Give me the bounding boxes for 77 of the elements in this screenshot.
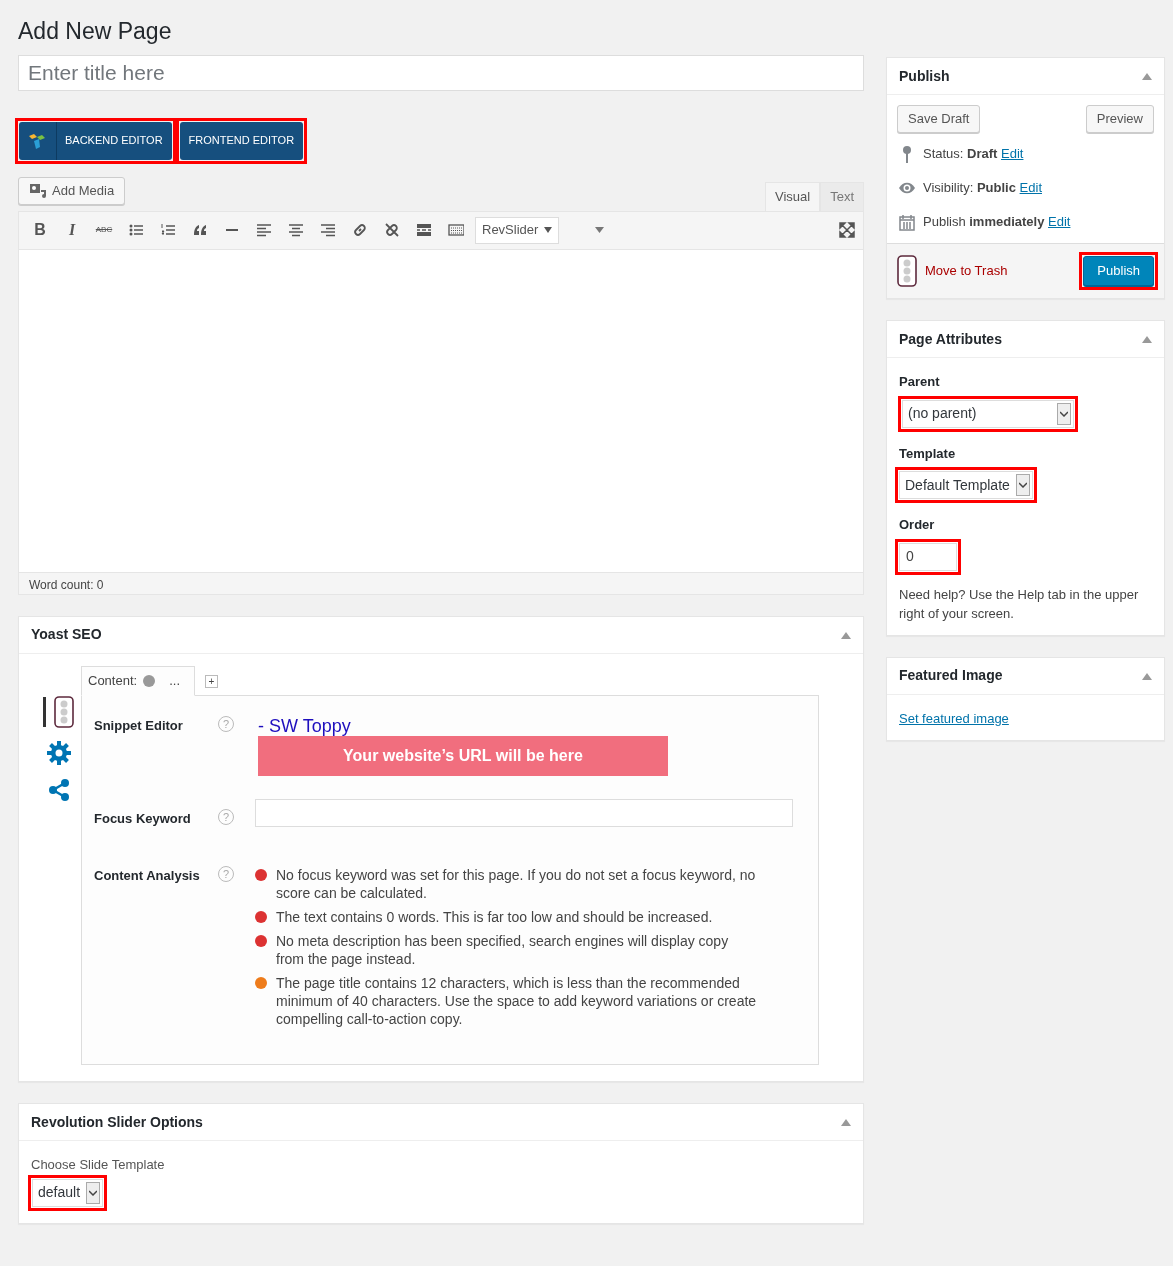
editor-mode-button[interactable]: BACKEND EDITOR [19,121,172,160]
field-label: Snippet Editor [94,716,184,735]
edit-link[interactable]: Edit [1019,180,1042,196]
collapse-arrow-icon[interactable] [1142,72,1152,80]
title-field[interactable]: Enter title here [18,54,864,91]
align-left-icon[interactable] [256,222,272,239]
template-select[interactable]: Default Template [899,471,1033,499]
traffic-light-icon [897,255,917,287]
format-button[interactable]: I [59,217,85,244]
editor-tab[interactable]: Text [820,181,864,211]
box-title: Featured Image [899,666,1003,685]
word-count: Word count: 0 [19,571,863,594]
caret-icon [1018,482,1027,488]
collapse-arrow-icon[interactable] [841,1118,851,1127]
parent-select[interactable]: (no parent) [902,399,1074,428]
analysis-message: The text contains 0 words. This is far too low and should be increased. [276,908,714,927]
field-label: Template [899,444,957,463]
editor-mode-button[interactable]: FRONTEND EDITOR [179,121,304,160]
calendar-icon [899,213,915,231]
collapse-arrow-icon[interactable] [1142,335,1152,343]
field-label: Parent [899,373,941,391]
add-tab-button[interactable]: + [205,674,218,688]
analysis-message: No meta description has been specified, search engines will display copy from the page instead. [276,932,730,969]
editor-tab[interactable]: Visual [764,181,821,211]
analysis-tab[interactable]: Content: ... [81,665,195,696]
keyboard-icon[interactable] [448,222,464,239]
box-title: Revolution Slider Options [31,1112,203,1132]
eye-icon [898,180,916,196]
share-icon[interactable] [46,777,71,802]
format-button[interactable]: B [27,217,53,244]
box-title: Yoast SEO [31,625,102,645]
publish-meta-text: Status: Draft Edit [923,145,1024,164]
link-icon[interactable] [352,222,368,239]
read-more-icon[interactable] [416,222,432,239]
field-label: Choose Slide Template [30,1156,166,1175]
save-draft-button[interactable]: Save Draft [897,105,981,133]
set-featured-image-link[interactable]: Set featured image [899,710,1009,726]
help-text: Need help? Use the Help tab in the upper right of your screen. [899,585,1140,623]
focus-keyword-field[interactable] [255,798,793,827]
traffic-light-icon[interactable] [54,695,74,728]
media-icon [29,182,47,199]
format-button[interactable]: ABC [91,217,117,244]
box-title: Publish [899,66,950,86]
fullscreen-icon[interactable] [839,222,855,239]
settings-icon[interactable] [45,739,72,766]
field-label: Content Analysis [94,867,201,886]
unlink-icon[interactable] [384,222,400,239]
pin-icon [900,145,914,163]
edit-link[interactable]: Edit [1001,146,1024,162]
caret-icon [1060,410,1068,417]
revslider-dropdown[interactable]: RevSlider [475,216,560,244]
box-title: Page Attributes [899,329,1002,349]
analysis-message: No focus keyword was set for this page. If you do not set a focus keyword, no score can be calculated. [276,866,757,903]
publish-button[interactable]: Publish [1083,256,1154,286]
trash-link[interactable]: Move to Trash [925,261,1008,281]
caret-icon [544,227,553,234]
publish-meta-text: Publish immediately Edit [923,213,1071,232]
page-heading: Add New Page [18,18,173,46]
collapse-arrow-icon[interactable] [1142,671,1152,680]
align-center-icon[interactable] [288,222,304,239]
add-media-button[interactable]: Add Media [18,176,126,205]
slide-template-select[interactable]: default [32,1178,104,1207]
align-right-icon[interactable] [320,222,336,239]
preview-button[interactable]: Preview [1085,105,1154,133]
field-label: Focus Keyword [94,809,192,828]
url-placeholder-banner: Your website’s URL will be here [258,735,668,776]
edit-link[interactable]: Edit [1048,214,1071,230]
cube-logo-icon [28,131,46,150]
order-field[interactable]: 0 [899,542,957,571]
publish-meta-text: Visibility: Public Edit [923,179,1042,198]
field-label: Order [899,516,936,534]
caret-icon [89,1189,98,1196]
snippet-title[interactable]: - SW Toppy [258,715,668,736]
dropdown-caret-icon[interactable] [595,227,605,234]
collapse-arrow-icon[interactable] [841,630,851,639]
analysis-message: The page title contains 12 characters, which is less than the recommended minimum of 40 characters. Use the space to add keyword variations or create compelling call-to-action copy. [276,974,758,1029]
score-dot-icon [143,674,156,687]
